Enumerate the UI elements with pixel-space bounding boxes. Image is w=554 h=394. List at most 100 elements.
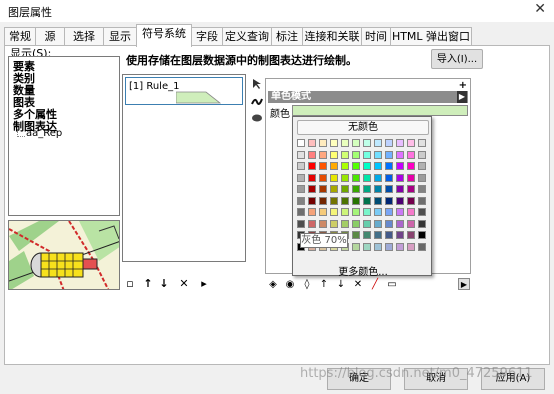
color-swatch[interactable] (385, 219, 393, 228)
color-swatch[interactable] (308, 208, 316, 216)
color-swatch[interactable] (352, 173, 360, 182)
color-swatch[interactable] (396, 231, 404, 239)
color-swatch[interactable] (418, 185, 426, 193)
color-swatch[interactable] (407, 208, 415, 216)
color-swatch[interactable] (297, 162, 305, 170)
color-swatch[interactable] (385, 150, 393, 159)
color-swatch[interactable] (385, 231, 393, 239)
color-swatch[interactable] (330, 173, 338, 182)
color-swatch[interactable] (308, 196, 316, 205)
color-swatch[interactable] (374, 196, 382, 205)
move-up-icon[interactable]: ↑ (317, 278, 331, 292)
color-swatch[interactable] (297, 139, 305, 147)
color-swatch[interactable] (352, 219, 360, 228)
color-swatch[interactable] (374, 139, 382, 147)
color-field[interactable] (292, 105, 468, 116)
color-swatch[interactable] (363, 173, 371, 182)
color-swatch[interactable] (352, 162, 360, 170)
color-swatch[interactable] (341, 185, 349, 193)
color-swatch[interactable] (396, 150, 404, 159)
color-swatch[interactable] (418, 139, 426, 147)
pen-icon[interactable]: ╱ (368, 278, 382, 292)
color-swatch[interactable] (385, 139, 393, 147)
color-swatch[interactable] (319, 219, 327, 228)
color-swatch[interactable] (341, 196, 349, 205)
color-swatch[interactable] (319, 173, 327, 182)
color-swatch[interactable] (396, 196, 404, 205)
color-swatch[interactable] (363, 162, 371, 170)
color-swatch[interactable] (319, 150, 327, 159)
color-swatch[interactable] (330, 162, 338, 170)
color-swatch[interactable] (308, 139, 316, 147)
color-swatch[interactable] (396, 242, 404, 251)
color-swatch[interactable] (352, 139, 360, 147)
color-swatch[interactable] (319, 185, 327, 193)
tab-5[interactable]: 字段 (191, 27, 223, 46)
color-swatch[interactable] (418, 242, 426, 251)
color-swatch[interactable] (407, 173, 415, 182)
tab-6[interactable]: 定义查询 (222, 27, 272, 46)
tab-3[interactable]: 显示 (103, 27, 137, 46)
color-swatch[interactable] (374, 162, 382, 170)
color-swatch[interactable] (407, 242, 415, 251)
color-swatch[interactable] (363, 185, 371, 193)
color-swatch[interactable] (418, 173, 426, 182)
move-rule-up-icon[interactable]: ↑ (141, 277, 155, 291)
color-swatch[interactable] (374, 231, 382, 239)
color-swatch[interactable] (407, 231, 415, 239)
color-swatch[interactable] (319, 196, 327, 205)
mode-dropdown-arrow-icon[interactable]: ▶ (457, 91, 467, 103)
color-swatch[interactable] (297, 173, 305, 182)
color-swatch[interactable] (418, 162, 426, 170)
move-rule-down-icon[interactable]: ↓ (157, 277, 171, 291)
color-swatch[interactable] (374, 219, 382, 228)
color-swatch[interactable] (319, 162, 327, 170)
add-rule-icon[interactable]: ▫ (123, 277, 137, 291)
color-swatch[interactable] (363, 150, 371, 159)
color-swatch[interactable] (330, 139, 338, 147)
color-swatch[interactable] (407, 196, 415, 205)
color-swatch[interactable] (407, 185, 415, 193)
color-swatch[interactable] (385, 208, 393, 216)
color-swatch[interactable] (385, 162, 393, 170)
color-swatch[interactable] (319, 139, 327, 147)
move-down-icon[interactable]: ↓ (334, 278, 348, 292)
color-swatch[interactable] (363, 231, 371, 239)
color-swatch[interactable] (297, 185, 305, 193)
color-swatch[interactable] (330, 185, 338, 193)
color-swatch[interactable] (352, 196, 360, 205)
color-swatch[interactable] (330, 208, 338, 216)
color-swatch[interactable] (341, 139, 349, 147)
fill-icon[interactable] (251, 112, 263, 124)
color-swatch[interactable] (385, 196, 393, 205)
color-swatch[interactable] (352, 150, 360, 159)
color-swatch[interactable] (319, 208, 327, 216)
color-swatch[interactable] (363, 219, 371, 228)
more-colors-link[interactable]: 更多颜色... (293, 263, 433, 278)
add-layer-icon[interactable]: + (459, 80, 467, 91)
color-swatch[interactable] (407, 150, 415, 159)
tree-subitem-aa-rep[interactable]: aa_Rep (26, 128, 62, 139)
color-swatch[interactable] (363, 139, 371, 147)
color-swatch[interactable] (374, 173, 382, 182)
color-swatch[interactable] (297, 150, 305, 159)
remove-rule-icon[interactable]: ✕ (177, 277, 191, 291)
color-swatch[interactable] (308, 185, 316, 193)
color-swatch[interactable] (363, 242, 371, 251)
color-swatch[interactable] (418, 231, 426, 239)
color-swatch[interactable] (407, 139, 415, 147)
color-swatch[interactable] (418, 219, 426, 228)
add-effect-icon[interactable]: ◉ (283, 278, 297, 292)
color-swatch[interactable] (396, 185, 404, 193)
delete-icon[interactable]: ✕ (351, 278, 365, 292)
import-button[interactable]: 导入(I)... (431, 49, 483, 69)
color-swatch[interactable] (363, 196, 371, 205)
tab-1[interactable]: 源 (35, 27, 65, 46)
color-swatch[interactable] (341, 150, 349, 159)
color-swatch[interactable] (374, 208, 382, 216)
color-swatch[interactable] (418, 208, 426, 216)
tab-9[interactable]: 时间 (361, 27, 391, 46)
color-swatch[interactable] (385, 173, 393, 182)
tab-10[interactable]: HTML 弹出窗口 (390, 27, 472, 46)
color-swatch[interactable] (363, 208, 371, 216)
